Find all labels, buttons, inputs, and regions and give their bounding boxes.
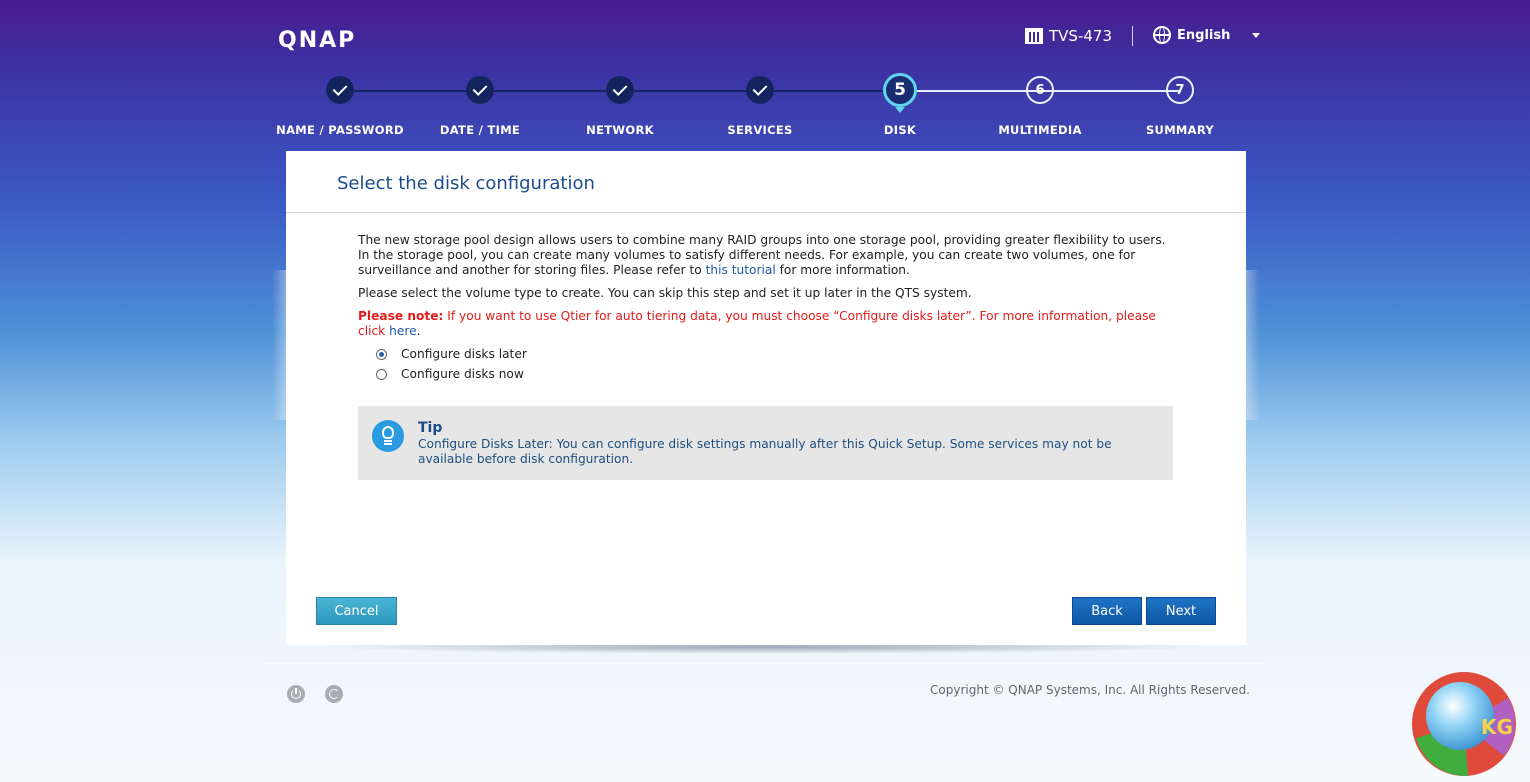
panel-side-glow (272, 270, 286, 420)
globe-icon (1153, 26, 1171, 44)
step-status-circle (606, 76, 634, 104)
step-name-password: NAME / PASSWORD (270, 72, 410, 137)
step-status-circle (746, 76, 774, 104)
lightbulb-glass (382, 426, 394, 439)
note-text: If you want to use Qtier for auto tierin… (358, 309, 1156, 338)
cancel-button[interactable]: Cancel (316, 597, 397, 625)
badge-text: KG (1481, 715, 1513, 739)
tip-box: Tip Configure Disks Later: You can confi… (358, 406, 1173, 480)
wizard-content: The new storage pool design allows users… (358, 233, 1173, 381)
restart-icon[interactable] (325, 685, 343, 703)
power-icon[interactable] (287, 685, 305, 703)
setup-progress-steps: NAME / PASSWORD DATE / TIME NETWORK SERV… (270, 72, 1250, 142)
check-icon (752, 81, 768, 96)
language-selector[interactable]: English (1153, 26, 1261, 44)
server-icon (1025, 28, 1043, 44)
step-multimedia: 6 MULTIMEDIA (970, 72, 1110, 137)
device-indicator: TVS-473 (1025, 27, 1112, 45)
step-label: DATE / TIME (439, 123, 521, 137)
page-title: Select the disk configuration (337, 173, 595, 194)
step-label: MULTIMEDIA (998, 123, 1082, 137)
intro-text-end: for more information. (775, 263, 910, 277)
tip-title: Tip (418, 420, 443, 436)
option-configure-later[interactable]: Configure disks later (376, 347, 1173, 361)
tutorial-link[interactable]: this tutorial (706, 263, 776, 277)
intro-paragraph: The new storage pool design allows users… (358, 233, 1173, 278)
copyright-text: Copyright © QNAP Systems, Inc. All Right… (930, 683, 1250, 697)
note-end: . (416, 324, 421, 338)
option-label[interactable]: Configure disks later (401, 347, 527, 362)
header-divider (1132, 26, 1133, 46)
lightbulb-base (384, 440, 392, 442)
option-label[interactable]: Configure disks now (401, 367, 524, 382)
back-button[interactable]: Back (1072, 597, 1142, 625)
panel-side-glow (1246, 270, 1260, 420)
footer-divider (262, 663, 1266, 664)
step-disk: 5 DISK (830, 72, 970, 137)
step-number: 6 (1026, 76, 1054, 104)
step-date-time: DATE / TIME (410, 72, 550, 137)
radio-button-selected[interactable] (376, 348, 387, 360)
step-label: SERVICES (727, 123, 793, 137)
step-number: 7 (1166, 76, 1194, 104)
language-label: English (1177, 27, 1231, 43)
note-label: Please note: (358, 309, 444, 323)
option-configure-now[interactable]: Configure disks now (376, 367, 1173, 381)
more-info-link[interactable]: here (389, 324, 416, 338)
qtier-note: Please note: If you want to use Qtier fo… (358, 309, 1173, 339)
step-number: 5 (883, 73, 917, 113)
step-label: NAME / PASSWORD (276, 123, 404, 137)
check-icon (472, 81, 488, 96)
device-name: TVS-473 (1049, 27, 1112, 45)
tip-text: Configure Disks Later: You can configure… (418, 437, 1112, 466)
check-icon (612, 81, 628, 96)
radio-button[interactable] (376, 368, 387, 380)
step-label: NETWORK (586, 123, 654, 137)
kg-watermark-logo: KG (1412, 672, 1516, 777)
title-divider (286, 212, 1246, 213)
select-instruction: Please select the volume type to create.… (358, 286, 972, 300)
step-summary: 7 SUMMARY (1110, 72, 1250, 137)
step-label: DISK (883, 123, 917, 137)
step-label: SUMMARY (1145, 123, 1215, 137)
step-services: SERVICES (690, 72, 830, 137)
step-status-circle (326, 76, 354, 104)
chevron-down-icon (1252, 32, 1261, 38)
wizard-panel: Select the disk configuration The new st… (286, 151, 1246, 645)
step-status-circle (466, 76, 494, 104)
lightbulb-icon (372, 420, 404, 452)
qnap-logo: QNAP (278, 28, 357, 53)
next-button[interactable]: Next (1146, 597, 1216, 625)
step-network: NETWORK (550, 72, 690, 137)
check-icon (332, 81, 348, 96)
